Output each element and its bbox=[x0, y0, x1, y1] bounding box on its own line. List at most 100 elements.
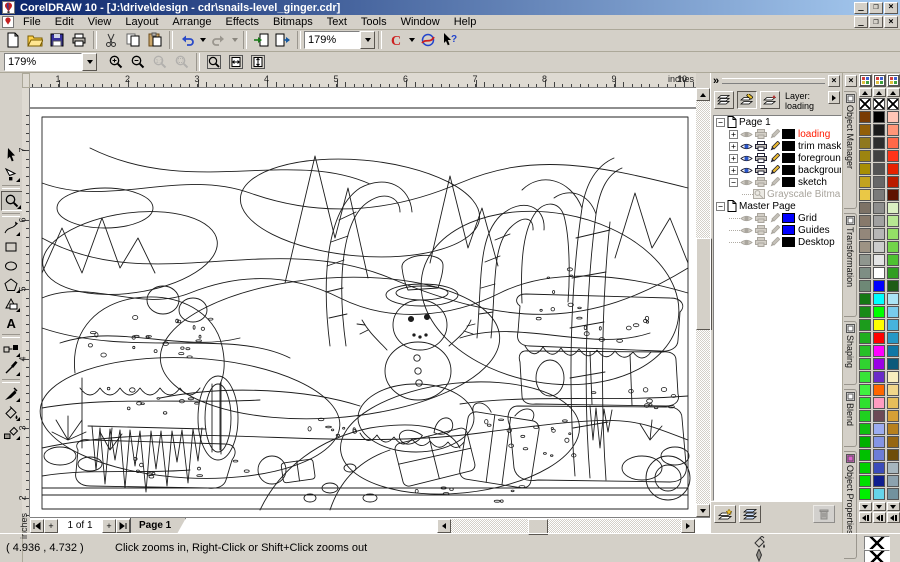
color-swatch[interactable] bbox=[859, 163, 871, 175]
layer-printable-icon[interactable] bbox=[755, 225, 767, 235]
color-swatch[interactable] bbox=[887, 215, 899, 227]
color-swatch[interactable] bbox=[859, 332, 871, 344]
layer-visibility-icon[interactable] bbox=[740, 154, 753, 163]
redo-dropdown[interactable] bbox=[230, 30, 240, 50]
last-page-button[interactable] bbox=[116, 519, 130, 533]
palette-scroll-up-button[interactable] bbox=[859, 88, 872, 97]
first-page-button[interactable] bbox=[30, 519, 44, 533]
menu-window[interactable]: Window bbox=[394, 15, 447, 29]
app-launcher-button[interactable]: C bbox=[385, 30, 407, 50]
layer-color-swatch[interactable] bbox=[782, 225, 795, 235]
palette-scroll-up-button[interactable] bbox=[873, 88, 886, 97]
palette-options-icon[interactable] bbox=[859, 74, 872, 87]
color-swatch[interactable] bbox=[873, 176, 885, 188]
expand-icon[interactable]: + bbox=[729, 166, 738, 175]
color-swatch[interactable] bbox=[873, 397, 885, 409]
horizontal-scrollbar[interactable] bbox=[437, 519, 695, 533]
color-swatch[interactable] bbox=[859, 293, 871, 305]
menu-arrange[interactable]: Arrange bbox=[165, 15, 218, 29]
layer-editable-icon[interactable] bbox=[769, 225, 780, 236]
open-button[interactable] bbox=[24, 30, 46, 50]
color-swatch[interactable] bbox=[859, 488, 871, 500]
doc-minimize-button[interactable]: _ bbox=[854, 16, 868, 28]
collapse-icon[interactable]: − bbox=[716, 118, 725, 127]
color-swatch[interactable] bbox=[873, 488, 885, 500]
color-swatch[interactable] bbox=[873, 215, 885, 227]
zoom-tool[interactable] bbox=[1, 191, 23, 211]
ellipse-tool[interactable] bbox=[1, 257, 21, 275]
ruler-origin-corner[interactable] bbox=[22, 73, 30, 88]
color-swatch[interactable] bbox=[859, 345, 871, 357]
color-swatch[interactable] bbox=[887, 319, 899, 331]
rectangle-tool[interactable] bbox=[1, 238, 21, 256]
color-swatch[interactable] bbox=[873, 267, 885, 279]
palette-options-icon[interactable] bbox=[887, 74, 900, 87]
show-object-properties-button[interactable] bbox=[714, 91, 734, 109]
close-button[interactable]: × bbox=[884, 2, 898, 14]
layer-row-foreground[interactable]: +foreground bbox=[714, 152, 841, 164]
color-swatch[interactable] bbox=[887, 358, 899, 370]
color-swatch[interactable] bbox=[859, 267, 871, 279]
color-swatch[interactable] bbox=[873, 163, 885, 175]
expand-icon[interactable]: + bbox=[729, 130, 738, 139]
text-tool[interactable]: A bbox=[1, 314, 21, 332]
color-swatch[interactable] bbox=[873, 228, 885, 240]
title-bar[interactable]: CorelDRAW 10 - [J:\drive\design - cdr\sn… bbox=[0, 0, 900, 15]
scroll-left-button[interactable] bbox=[437, 519, 451, 533]
color-swatch[interactable] bbox=[887, 462, 899, 474]
layer-color-swatch[interactable] bbox=[782, 165, 795, 175]
color-swatch[interactable] bbox=[873, 371, 885, 383]
layer-row-master-page[interactable]: −Master Page bbox=[714, 200, 841, 212]
layer-printable-icon[interactable] bbox=[755, 237, 767, 247]
color-swatch[interactable] bbox=[859, 319, 871, 331]
zoom-page-width-button[interactable] bbox=[225, 52, 247, 72]
color-swatch[interactable] bbox=[887, 280, 899, 292]
basic-shapes-tool[interactable] bbox=[1, 295, 21, 313]
docker-tab-object-manager[interactable]: Object Manager bbox=[844, 91, 857, 209]
color-swatch[interactable] bbox=[887, 423, 899, 435]
color-swatch[interactable] bbox=[859, 254, 871, 266]
color-swatch[interactable] bbox=[873, 410, 885, 422]
layer-editable-icon[interactable] bbox=[769, 141, 780, 152]
color-swatch[interactable] bbox=[873, 462, 885, 474]
new-master-layer-button[interactable] bbox=[739, 505, 761, 523]
page-tab[interactable]: Page 1 bbox=[130, 518, 186, 534]
layer-color-swatch[interactable] bbox=[782, 177, 795, 187]
propbar-zoom-combo[interactable]: 179% bbox=[4, 53, 97, 71]
layer-color-swatch[interactable] bbox=[782, 237, 795, 247]
layer-visibility-icon[interactable] bbox=[740, 178, 753, 187]
redo-button[interactable] bbox=[208, 30, 230, 50]
add-page-after-button[interactable]: + bbox=[102, 519, 116, 533]
color-swatch[interactable] bbox=[873, 150, 885, 162]
scroll-down-button[interactable] bbox=[696, 504, 710, 517]
layer-visibility-icon[interactable] bbox=[740, 214, 753, 223]
layer-row-grayscale-bitmap[interactable]: Grayscale Bitmap bbox=[714, 188, 841, 200]
color-swatch[interactable] bbox=[859, 410, 871, 422]
layer-row-trim-mask[interactable]: +trim mask bbox=[714, 140, 841, 152]
color-swatch[interactable] bbox=[887, 449, 899, 461]
print-button[interactable] bbox=[68, 30, 90, 50]
color-swatch[interactable] bbox=[887, 176, 899, 188]
color-swatch[interactable] bbox=[859, 449, 871, 461]
color-swatch[interactable] bbox=[873, 423, 885, 435]
color-swatch[interactable] bbox=[887, 202, 899, 214]
corel-community-button[interactable] bbox=[417, 30, 439, 50]
layer-editable-icon[interactable] bbox=[769, 237, 780, 248]
color-swatch[interactable] bbox=[859, 397, 871, 409]
expand-icon[interactable]: + bbox=[729, 142, 738, 151]
color-swatch[interactable] bbox=[887, 488, 899, 500]
docker-tab-blend[interactable]: Blend bbox=[844, 389, 857, 447]
color-swatch[interactable] bbox=[873, 332, 885, 344]
layer-row-grid[interactable]: Grid bbox=[714, 212, 841, 224]
drawing-canvas[interactable] bbox=[30, 88, 696, 517]
color-swatch[interactable] bbox=[887, 267, 899, 279]
layer-row-desktop[interactable]: Desktop bbox=[714, 236, 841, 248]
whats-this-button[interactable]: ? bbox=[439, 30, 461, 50]
layer-editable-icon[interactable] bbox=[769, 129, 780, 140]
color-swatch[interactable] bbox=[859, 241, 871, 253]
color-swatch[interactable] bbox=[873, 202, 885, 214]
color-swatch[interactable] bbox=[873, 475, 885, 487]
zoom-selected-button[interactable] bbox=[171, 52, 193, 72]
color-swatch[interactable] bbox=[859, 189, 871, 201]
color-swatch[interactable] bbox=[859, 280, 871, 292]
